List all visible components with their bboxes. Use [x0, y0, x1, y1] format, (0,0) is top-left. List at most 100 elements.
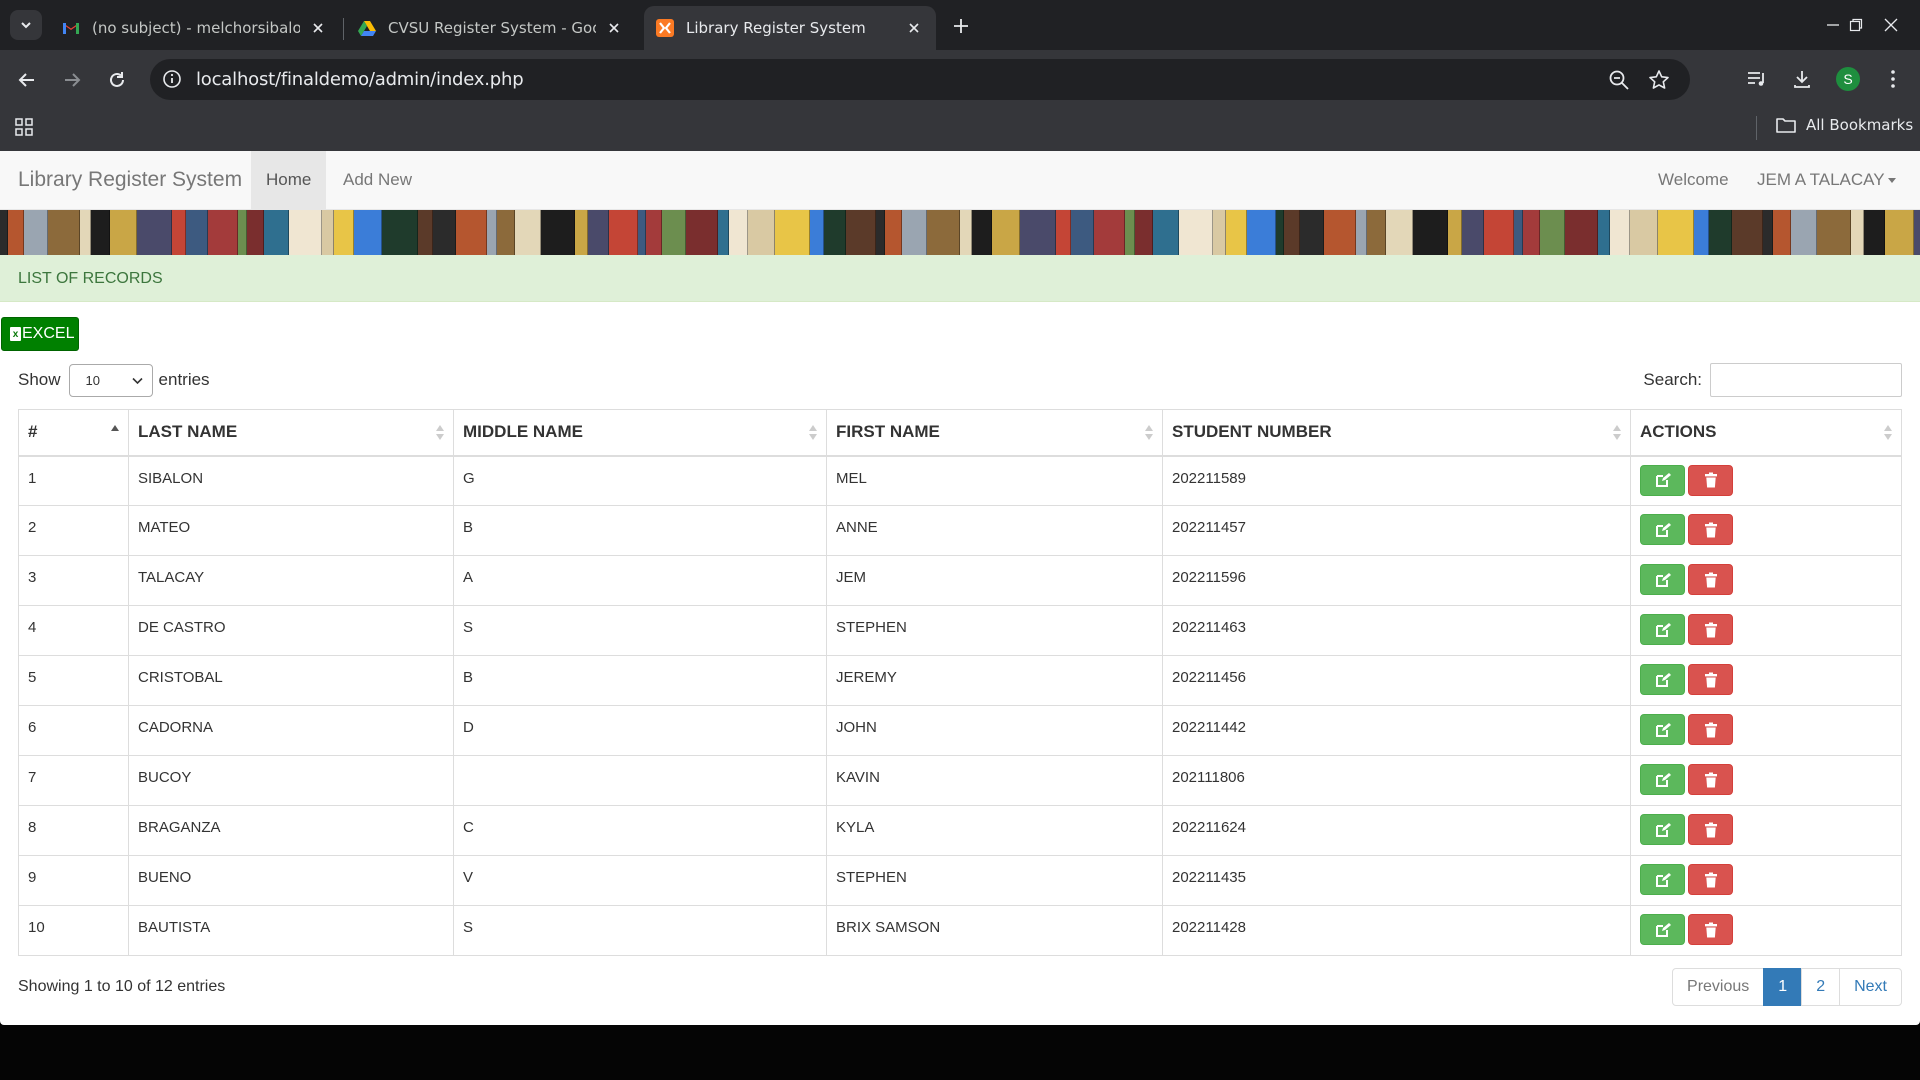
- book-spine: [1817, 210, 1851, 255]
- delete-button[interactable]: [1688, 464, 1733, 496]
- book-spine: [1630, 210, 1658, 255]
- book-spine: [1247, 210, 1276, 255]
- book-spine: [334, 210, 354, 255]
- delete-button[interactable]: [1688, 664, 1733, 695]
- trash-icon: [1704, 922, 1718, 938]
- reload-button[interactable]: [100, 63, 134, 97]
- entries-select[interactable]: 10: [68, 363, 153, 397]
- nav-home[interactable]: Home: [251, 151, 327, 209]
- close-icon[interactable]: [604, 18, 624, 38]
- header-label: FIRST NAME: [836, 422, 940, 442]
- cell-first-name: JEREMY: [826, 655, 1163, 706]
- book-spine: [960, 210, 972, 255]
- apps-grid-icon[interactable]: [14, 117, 34, 137]
- edit-button[interactable]: [1640, 514, 1685, 545]
- more-vert-icon: [1891, 70, 1895, 88]
- edit-button[interactable]: [1640, 814, 1685, 845]
- forward-button[interactable]: [55, 63, 89, 97]
- edit-button[interactable]: [1640, 564, 1685, 595]
- bookmarks-bar: All Bookmarks: [0, 108, 1920, 151]
- book-spine: [1276, 210, 1284, 255]
- url-text: localhost/finaldemo/admin/index.php: [196, 69, 524, 90]
- tab-gmail[interactable]: (no subject) - melchorsibalonjr2: [50, 6, 340, 50]
- downloads-button[interactable]: [1787, 64, 1817, 94]
- header-label: MIDDLE NAME: [463, 422, 583, 442]
- book-spine: [80, 210, 91, 255]
- book-spine: [418, 210, 433, 255]
- edit-icon: [1655, 522, 1671, 538]
- close-icon[interactable]: [308, 18, 328, 38]
- table-row: 7 BUCOY KAVIN 202111806: [18, 755, 1902, 806]
- edit-button[interactable]: [1640, 464, 1685, 496]
- edit-button[interactable]: [1640, 614, 1685, 645]
- book-spine: [433, 210, 456, 255]
- sort-icon: [1883, 425, 1893, 443]
- new-tab-button[interactable]: [948, 13, 974, 39]
- site-info-icon[interactable]: [162, 69, 182, 89]
- cell-student-number: 202211435: [1162, 855, 1631, 906]
- pagination-next[interactable]: Next: [1839, 968, 1902, 1006]
- search-input[interactable]: [1710, 363, 1902, 397]
- bookmark-star-icon[interactable]: [1648, 69, 1670, 91]
- close-window-button[interactable]: [1868, 10, 1914, 40]
- book-spine: [1514, 210, 1523, 255]
- excel-export-button[interactable]: x EXCEL: [1, 317, 79, 351]
- header-col-middle-name[interactable]: MIDDLE NAME: [453, 409, 827, 457]
- site-brand[interactable]: Library Register System: [18, 151, 242, 209]
- pagination-page-2[interactable]: 2: [1801, 968, 1841, 1006]
- tab-google-drive[interactable]: CVSU Register System - Google: [346, 6, 636, 50]
- book-spine: [497, 210, 515, 255]
- book-spine: [1709, 210, 1732, 255]
- book-spine: [824, 210, 846, 255]
- close-icon[interactable]: [904, 18, 924, 38]
- cell-student-number: 202211442: [1162, 705, 1631, 756]
- browser-chrome: (no subject) - melchorsibalonjr2 CVSU Re…: [0, 0, 1920, 151]
- cell-actions: [1630, 755, 1902, 806]
- profile-avatar[interactable]: S: [1836, 67, 1860, 91]
- xampp-icon: [656, 19, 674, 37]
- pagination-page-1[interactable]: 1: [1763, 968, 1803, 1006]
- delete-button[interactable]: [1688, 564, 1733, 595]
- tab-library-register[interactable]: Library Register System: [644, 6, 936, 50]
- table-row: 6 CADORNA D JOHN 202211442: [18, 705, 1902, 756]
- cell-student-number: 202211463: [1162, 605, 1631, 656]
- book-spine: [1851, 210, 1864, 255]
- nav-add-new[interactable]: Add New: [328, 151, 427, 209]
- book-spine: [1565, 210, 1598, 255]
- table-row: 1 SIBALON G MEL 202211589: [18, 455, 1902, 506]
- edit-button[interactable]: [1640, 664, 1685, 695]
- delete-button[interactable]: [1688, 914, 1733, 945]
- delete-button[interactable]: [1688, 714, 1733, 745]
- delete-button[interactable]: [1688, 814, 1733, 845]
- media-controls-button[interactable]: [1742, 64, 1772, 94]
- pagination-previous[interactable]: Previous: [1672, 968, 1765, 1006]
- header-col-number[interactable]: #: [18, 409, 129, 457]
- edit-button[interactable]: [1640, 714, 1685, 745]
- edit-button[interactable]: [1640, 764, 1685, 795]
- edit-button[interactable]: [1640, 914, 1685, 945]
- header-col-student-number[interactable]: STUDENT NUMBER: [1162, 409, 1631, 457]
- book-spine: [238, 210, 247, 255]
- all-bookmarks-button[interactable]: All Bookmarks: [1776, 116, 1913, 134]
- book-spine: [24, 210, 48, 255]
- cell-actions: [1630, 555, 1902, 606]
- header-col-last-name[interactable]: LAST NAME: [128, 409, 454, 457]
- header-col-actions[interactable]: ACTIONS: [1630, 409, 1902, 457]
- browser-menu-button[interactable]: [1878, 64, 1908, 94]
- reload-icon: [110, 72, 124, 87]
- header-col-first-name[interactable]: FIRST NAME: [826, 409, 1163, 457]
- back-button[interactable]: [10, 63, 44, 97]
- user-menu[interactable]: JEM A TALACAY: [1742, 151, 1911, 209]
- delete-button[interactable]: [1688, 514, 1733, 545]
- tab-search-button[interactable]: [10, 10, 42, 40]
- trash-icon: [1704, 722, 1718, 738]
- edit-button[interactable]: [1640, 864, 1685, 895]
- tab-label: (no subject) - melchorsibalonjr2: [92, 19, 300, 37]
- cell-student-number: 202211428: [1162, 905, 1631, 956]
- address-bar[interactable]: localhost/finaldemo/admin/index.php: [150, 59, 1690, 100]
- zoom-icon[interactable]: [1608, 69, 1630, 91]
- delete-button[interactable]: [1688, 614, 1733, 645]
- delete-button[interactable]: [1688, 864, 1733, 895]
- google-drive-icon: [358, 19, 376, 37]
- delete-button[interactable]: [1688, 764, 1733, 795]
